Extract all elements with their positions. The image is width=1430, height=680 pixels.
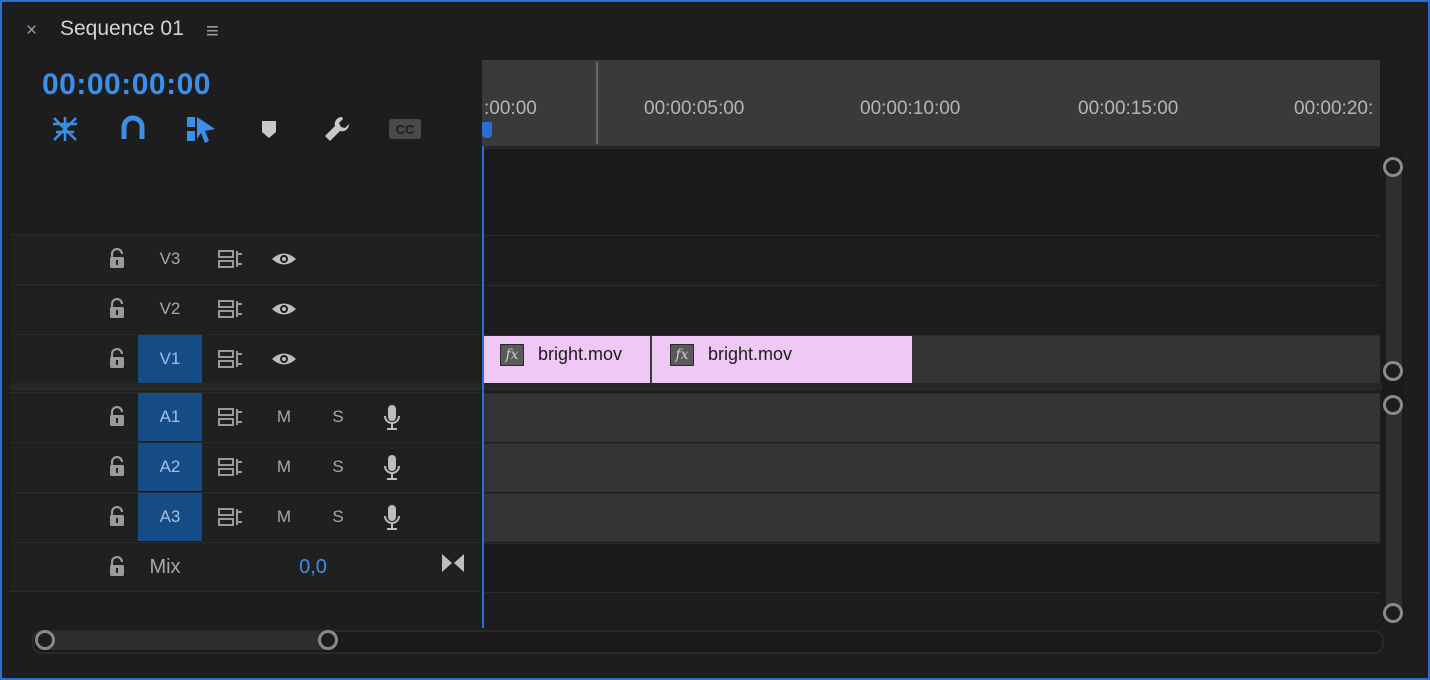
timeline-settings-wrench-icon[interactable] [320, 112, 354, 146]
insert-overwrite-sequence-icon[interactable] [48, 112, 82, 146]
add-marker-icon[interactable] [252, 112, 286, 146]
toggle-track-output-eye-icon[interactable] [258, 335, 310, 383]
track-header-a3: A3 M S [10, 492, 480, 541]
track-lock-icon[interactable] [102, 235, 132, 283]
panel-header: × Sequence 01 ≡ [2, 2, 1428, 58]
sync-lock-icon[interactable] [202, 285, 258, 333]
track-lock-icon[interactable] [102, 543, 132, 591]
video-audio-divider[interactable] [10, 383, 1402, 391]
track-target-v1[interactable]: V1 [138, 335, 202, 383]
solo-track-button[interactable]: S [312, 443, 364, 491]
mute-track-button[interactable]: M [258, 393, 310, 441]
voice-over-record-mic-icon[interactable] [366, 443, 418, 491]
snap-magnet-icon[interactable] [116, 112, 150, 146]
sync-lock-icon[interactable] [202, 235, 258, 283]
ruler-label: 00:00:20: [1294, 98, 1374, 119]
track-lane-v2[interactable] [482, 285, 1380, 334]
svg-text:CC: CC [396, 122, 415, 137]
fx-badge-icon[interactable]: fx [670, 344, 694, 366]
track-target-a3[interactable]: A3 [138, 493, 202, 541]
clip-bright-mov-1[interactable]: fx bright.mov [482, 336, 650, 384]
timeline-panel: × Sequence 01 ≡ 00:00:00:00 CC :00:00 00… [0, 0, 1430, 680]
sync-lock-icon[interactable] [202, 493, 258, 541]
video-scroll-top-handle[interactable] [1383, 157, 1403, 177]
track-lane-mix[interactable] [482, 543, 1380, 592]
timeline-toolbar: CC [42, 112, 442, 148]
horizontal-scroll-thumb[interactable] [42, 632, 332, 650]
zoom-right-handle[interactable] [318, 630, 338, 650]
track-lock-icon[interactable] [102, 493, 132, 541]
track-header-a1: A1 M S [10, 392, 480, 441]
video-vertical-scrollbar[interactable] [1386, 160, 1402, 380]
ruler-tick [596, 62, 598, 144]
solo-track-button[interactable]: S [312, 393, 364, 441]
track-target-a2[interactable]: A2 [138, 443, 202, 491]
empty-track-space [482, 149, 1380, 235]
mute-track-button[interactable]: M [258, 493, 310, 541]
ruler-label: 00:00:05:00 [644, 98, 745, 119]
track-header-v1: V1 [10, 334, 480, 383]
sequence-tab-title[interactable]: Sequence 01 [60, 17, 184, 41]
track-lane-a1[interactable] [482, 393, 1380, 442]
sync-lock-icon[interactable] [202, 335, 258, 383]
track-lane-v1[interactable]: fx bright.mov fx bright.mov [482, 335, 1380, 384]
track-lock-icon[interactable] [102, 335, 132, 383]
playhead-handle[interactable] [482, 122, 492, 138]
captions-cc-icon[interactable]: CC [388, 112, 422, 146]
track-lock-icon[interactable] [102, 285, 132, 333]
audio-vertical-scrollbar[interactable] [1386, 398, 1402, 620]
track-lane-v3[interactable] [482, 235, 1380, 284]
track-target-v2[interactable]: V2 [138, 285, 202, 333]
playhead-line[interactable] [482, 146, 484, 628]
audio-track-mixer-icon[interactable] [438, 539, 468, 587]
ruler-label: :00:00 [484, 98, 537, 119]
mix-volume-value[interactable]: 0,0 [288, 543, 338, 591]
toggle-track-output-eye-icon[interactable] [258, 285, 310, 333]
empty-track-space-bottom [482, 592, 1380, 629]
track-lane-a2[interactable] [482, 443, 1380, 492]
solo-track-button[interactable]: S [312, 493, 364, 541]
audio-scroll-bottom-handle[interactable] [1383, 603, 1403, 623]
clip-name: bright.mov [708, 344, 793, 364]
track-lane-a3[interactable] [482, 493, 1380, 542]
video-scroll-bottom-handle[interactable] [1383, 361, 1403, 381]
track-lock-icon[interactable] [102, 393, 132, 441]
track-header-a2: A2 M S [10, 442, 480, 491]
track-target-a1[interactable]: A1 [138, 393, 202, 441]
track-header-v2: V2 [10, 284, 480, 333]
track-target-v3[interactable]: V3 [138, 235, 202, 283]
playhead-timecode[interactable]: 00:00:00:00 [42, 68, 211, 102]
mix-track-label: Mix [149, 555, 181, 578]
ruler-label: 00:00:15:00 [1078, 98, 1179, 119]
sync-lock-icon[interactable] [202, 393, 258, 441]
panel-menu-icon[interactable]: ≡ [206, 18, 219, 44]
voice-over-record-mic-icon[interactable] [366, 393, 418, 441]
sync-lock-icon[interactable] [202, 443, 258, 491]
track-header-v3: V3 [10, 234, 480, 283]
ruler-label: 00:00:10:00 [860, 98, 961, 119]
close-panel-button[interactable]: × [26, 20, 37, 42]
time-ruler[interactable]: :00:00 00:00:05:00 00:00:10:00 00:00:15:… [482, 60, 1380, 146]
clip-name: bright.mov [538, 344, 623, 364]
linked-selection-icon[interactable] [184, 112, 218, 146]
track-lock-icon[interactable] [102, 443, 132, 491]
audio-scroll-top-handle[interactable] [1383, 395, 1403, 415]
clip-bright-mov-2[interactable]: fx bright.mov [652, 336, 912, 384]
fx-badge-icon[interactable]: fx [500, 344, 524, 366]
voice-over-record-mic-icon[interactable] [366, 493, 418, 541]
zoom-left-handle[interactable] [35, 630, 55, 650]
mute-track-button[interactable]: M [258, 443, 310, 491]
track-header-mix: Mix 0,0 [10, 542, 480, 592]
toggle-track-output-eye-icon[interactable] [258, 235, 310, 283]
